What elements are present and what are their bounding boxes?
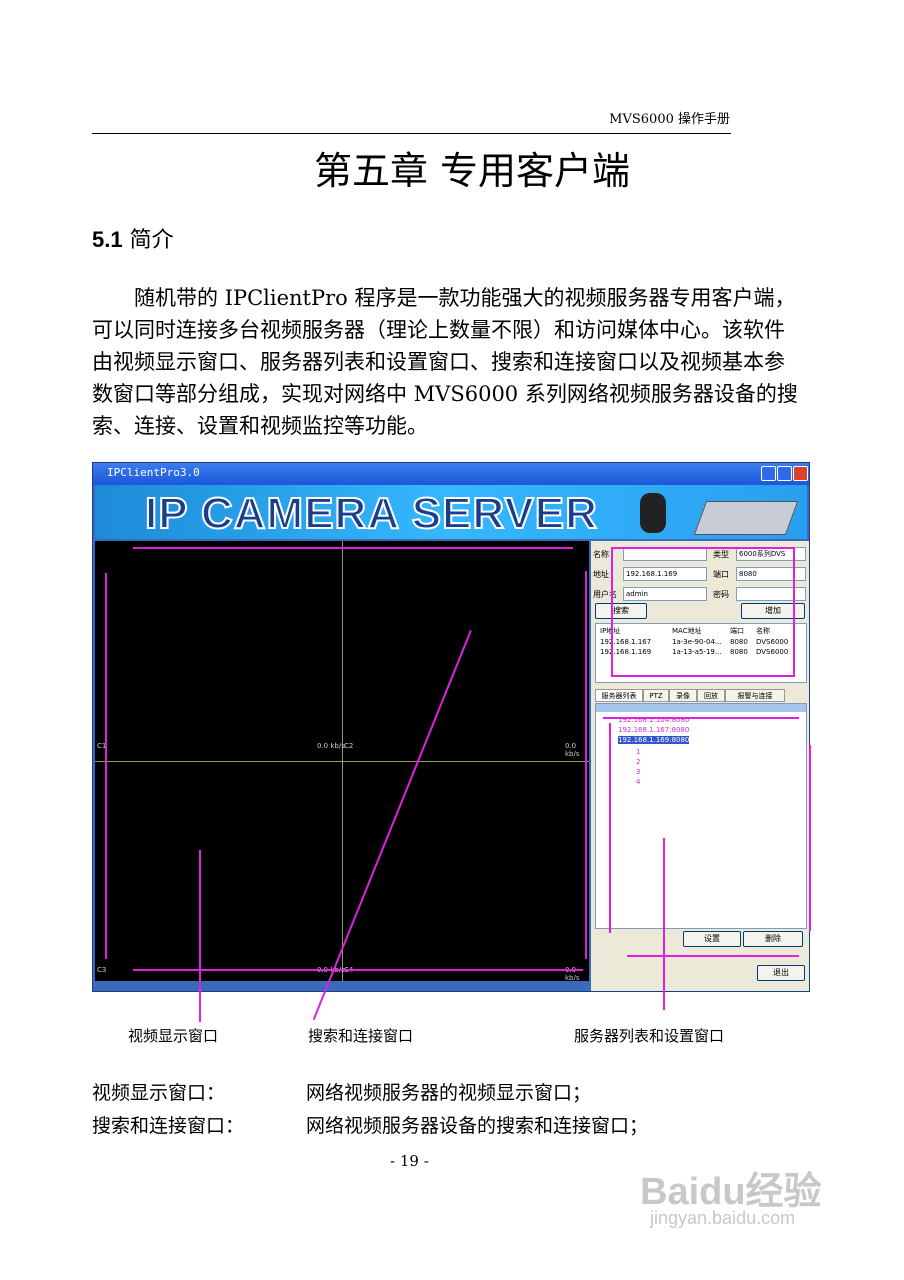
caption-server: 服务器列表和设置窗口 [574, 1027, 725, 1045]
minimize-icon[interactable] [761, 466, 776, 481]
banner-text: IP CAMERA SERVER [144, 488, 598, 539]
annotation-line [585, 571, 587, 959]
delete-button[interactable]: 删除 [743, 931, 803, 947]
definition-desc: 网络视频服务器设备的搜索和连接窗口； [306, 1115, 649, 1137]
tree-server-selected[interactable]: 192.168.1.169:8080 [618, 736, 690, 744]
tree-channel[interactable]: 2 [636, 758, 640, 766]
tree-header [596, 704, 806, 712]
settings-button[interactable]: 设置 [683, 931, 741, 947]
channel-label-c3: C3 [97, 966, 107, 974]
page-number: - 19 - [390, 1152, 429, 1170]
channel-label-c2: C2 [344, 742, 354, 750]
tree-channel[interactable]: 4 [636, 778, 640, 786]
server-tree: 192.168.1.104:8080 192.168.1.167:8080 19… [595, 703, 807, 929]
definition-desc: 网络视频服务器的视频显示窗口； [306, 1082, 592, 1104]
definition-term: 搜索和连接窗口： [92, 1115, 245, 1137]
intro-paragraph: 随机带的 IPClientPro 程序是一款功能强大的视频服务器专用客户端，可以… [92, 286, 798, 438]
annotation-line [809, 745, 811, 931]
camera-icon [640, 493, 666, 533]
annotation-line [627, 955, 799, 957]
definition-term: 视频显示窗口： [92, 1082, 226, 1104]
tab-record[interactable]: 录像 [669, 689, 697, 702]
annotation-line [609, 723, 611, 933]
exit-button[interactable]: 退出 [757, 965, 805, 981]
section-heading: 5.1 简介 [92, 222, 174, 254]
window-title: IPClientPro3.0 [107, 466, 200, 479]
annotation-box [611, 547, 795, 677]
section-title: 简介 [129, 228, 174, 253]
banner: IP CAMERA SERVER [95, 485, 807, 539]
watermark-logo: Baidu经验 [640, 1171, 822, 1213]
video-divider-horizontal [95, 761, 589, 762]
title-bar: IPClientPro3.0 [93, 463, 809, 485]
tree-channel[interactable]: 1 [636, 748, 640, 756]
section-number: 5.1 [92, 227, 123, 252]
name-label: 名称 [593, 550, 609, 559]
running-header: MVS6000 操作手册 [609, 112, 730, 127]
caption-video: 视频显示窗口 [128, 1027, 219, 1045]
caption-search: 搜索和连接窗口 [308, 1027, 414, 1045]
header-rule [92, 133, 731, 134]
dvs-device-icon [693, 501, 799, 535]
rate-label-c1: 0.0 kb/s [317, 742, 345, 750]
annotation-line [133, 547, 573, 549]
tab-ptz[interactable]: PTZ [643, 689, 669, 702]
video-display-area[interactable]: C1 0.0 kb/s C2 0.0 kb/s C3 0.0 kb/s C4 0… [95, 541, 589, 982]
close-icon[interactable] [793, 466, 808, 481]
chapter-title: 第五章 专用客户端 [313, 149, 631, 193]
tree-server[interactable]: 192.168.1.167:8080 [618, 726, 689, 734]
annotation-line [603, 717, 799, 719]
annotation-pointer [663, 838, 665, 1010]
tab-alarm[interactable]: 报警与连接 [725, 689, 785, 702]
tab-server-list[interactable]: 服务器列表 [595, 689, 643, 702]
watermark-url: jingyan.baidu.com [650, 1208, 796, 1228]
annotation-pointer [199, 850, 201, 1022]
address-label: 地址 [593, 570, 609, 579]
tree-channel[interactable]: 3 [636, 768, 640, 776]
maximize-icon[interactable] [777, 466, 792, 481]
tab-playback[interactable]: 回放 [697, 689, 725, 702]
annotation-line [105, 573, 107, 959]
